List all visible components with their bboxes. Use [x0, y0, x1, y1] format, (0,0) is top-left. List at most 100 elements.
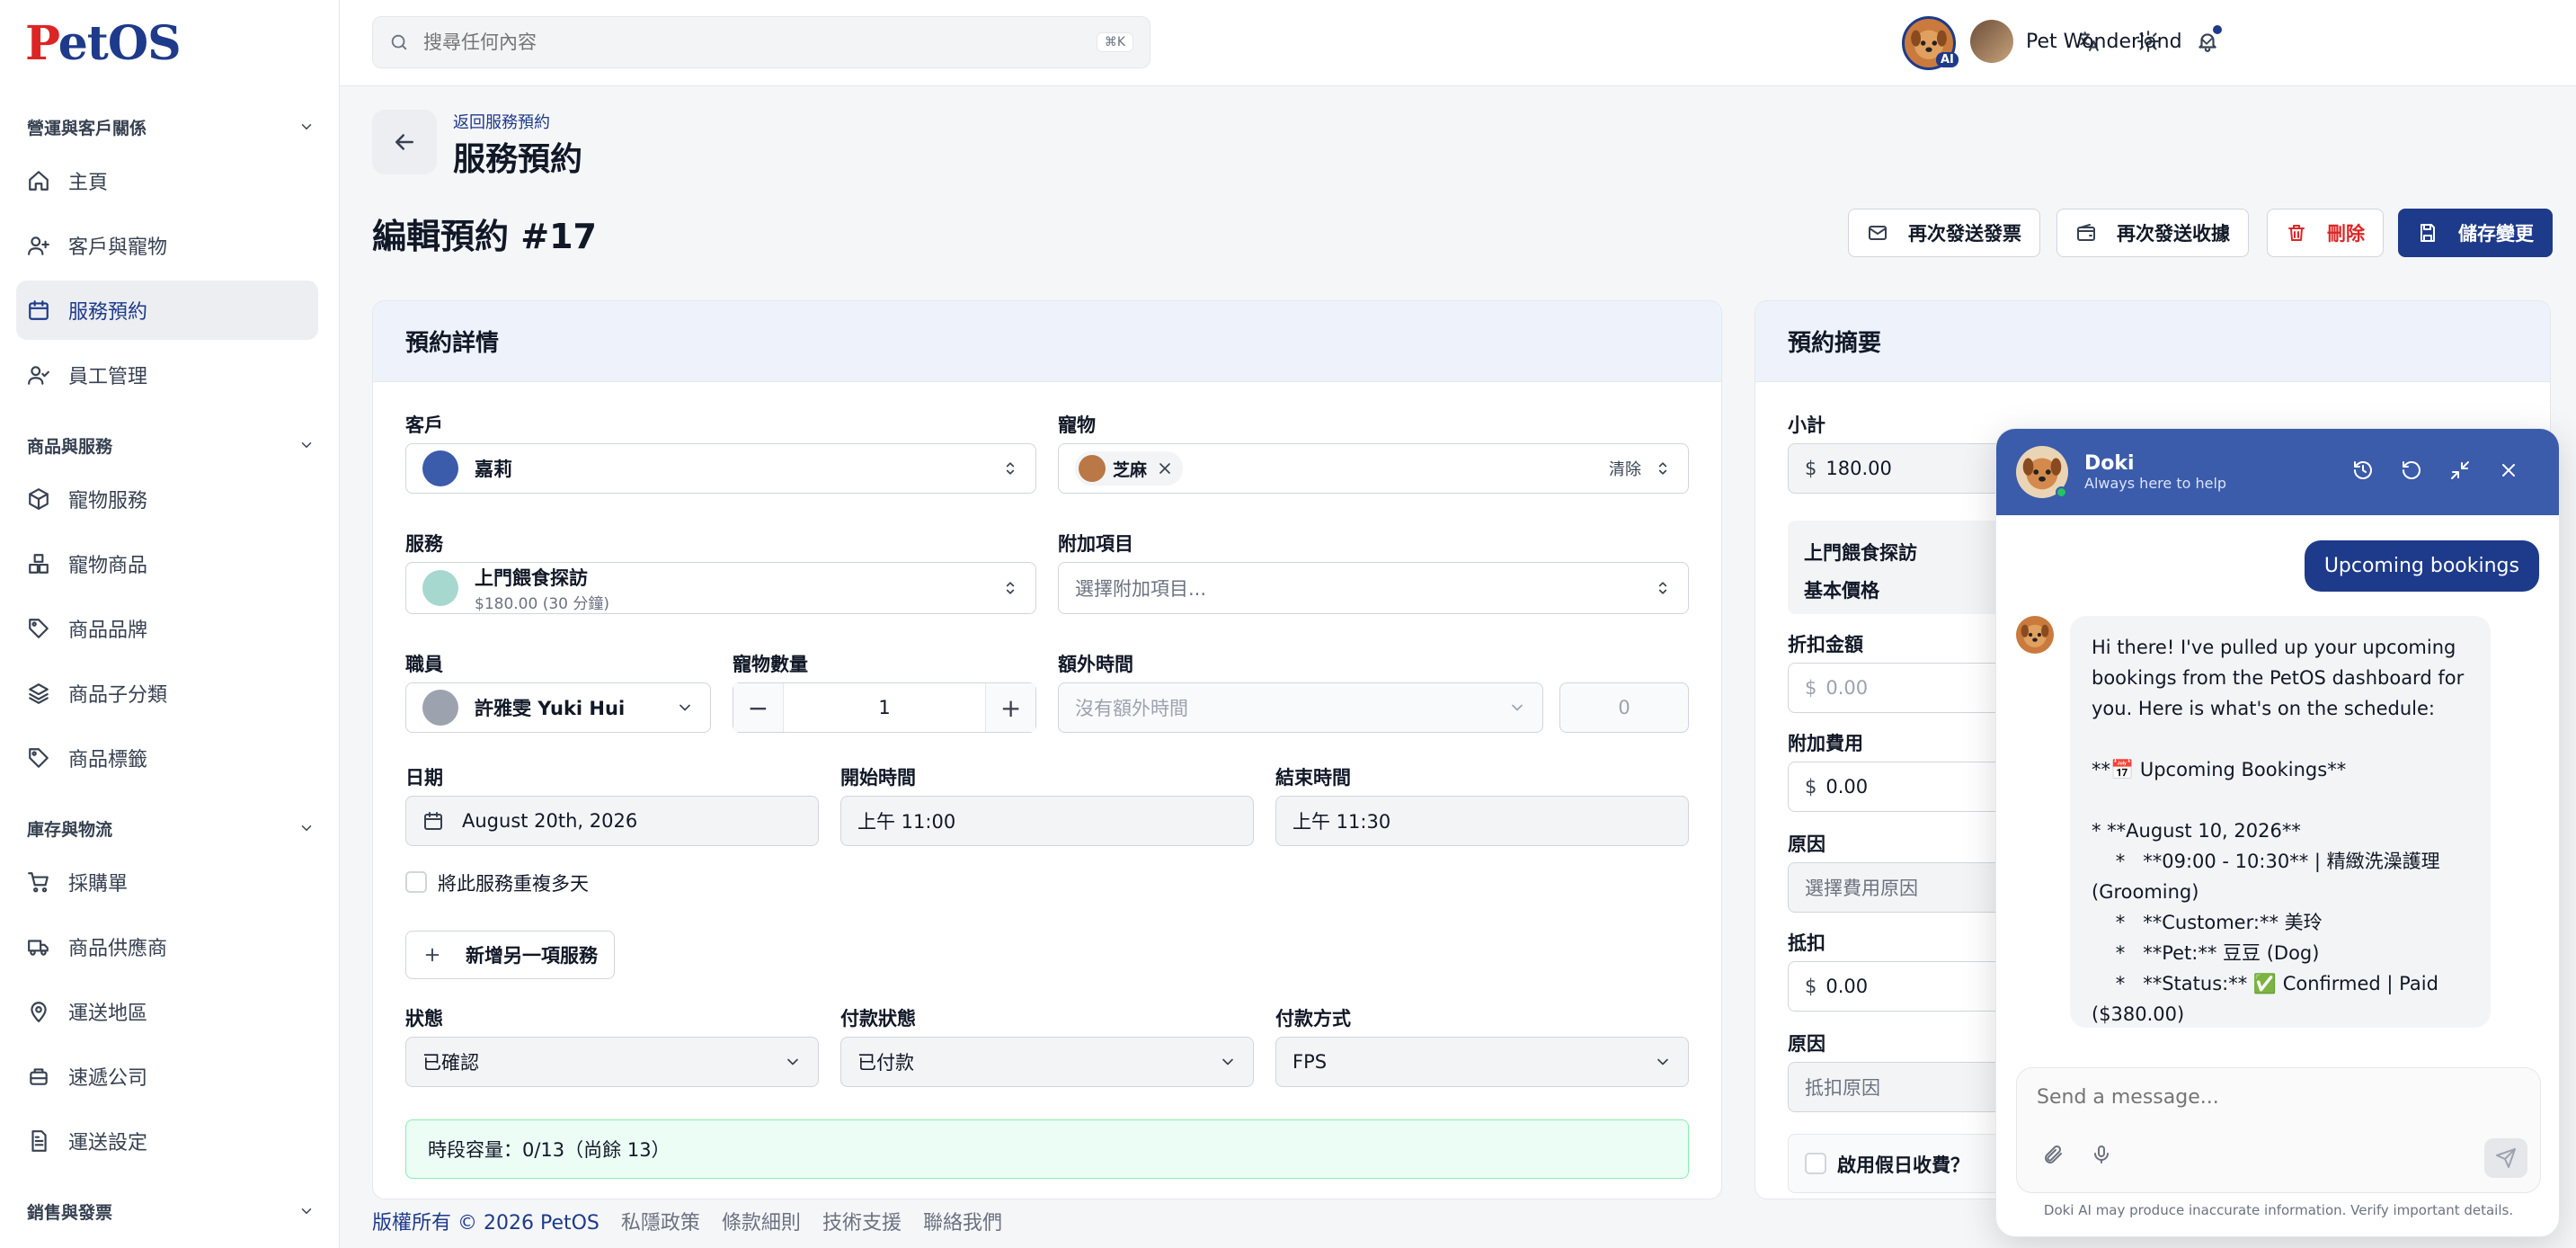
clear-button[interactable]: 清除 — [1609, 457, 1641, 480]
staff-select[interactable]: 許雅雯 Yuki Hui — [405, 682, 711, 733]
increment-button[interactable]: + — [986, 683, 1035, 732]
send-button[interactable] — [2484, 1138, 2527, 1178]
truck-icon — [28, 940, 49, 956]
extra-time-input[interactable]: 0 — [1559, 682, 1689, 733]
sidebar-item-pet-products[interactable]: 寵物商品 — [16, 534, 318, 593]
search-bar[interactable]: ⌘K — [372, 16, 1150, 68]
end-time-input[interactable]: 上午 11:30 — [1275, 796, 1689, 846]
sidebar-item-staff[interactable]: 員工管理 — [16, 345, 318, 405]
chevron-up-down-icon — [1006, 582, 1015, 594]
support-link[interactable]: 技術支援 — [822, 1207, 902, 1235]
pet-select[interactable]: 芝麻 清除 — [1058, 443, 1689, 494]
sidebar-section-sales[interactable]: 銷售與發票 — [27, 1198, 315, 1225]
pet-count-stepper[interactable]: − 1 + — [733, 682, 1036, 733]
history-button[interactable] — [2352, 459, 2377, 485]
sidebar-item-pet-services[interactable]: 寵物服務 — [16, 469, 318, 529]
sidebar-section-operations[interactable]: 營運與客戶關係 — [27, 113, 315, 140]
customer-label: 客戶 — [405, 415, 443, 436]
avatar — [422, 570, 458, 606]
microphone-icon — [2094, 1145, 2109, 1163]
bot-line: * **August 10, 2026** — [2092, 820, 2301, 842]
sidebar-item-purchase-orders[interactable]: 採購單 — [16, 852, 318, 912]
card-title: 預約摘要 — [1755, 301, 2550, 382]
delete-button[interactable]: 刪除 — [2267, 209, 2384, 257]
chevron-down-icon — [301, 1208, 312, 1214]
sidebar-item-shipping-zones[interactable]: 運送地區 — [16, 982, 318, 1041]
close-chat-button[interactable] — [2498, 459, 2523, 485]
customer-select[interactable]: 嘉莉 — [405, 443, 1036, 494]
back-button[interactable] — [372, 110, 437, 174]
save-button[interactable]: 儲存變更 — [2398, 209, 2553, 257]
resend-receipt-button[interactable]: 再次發送收據 — [2056, 209, 2249, 257]
minimize-button[interactable] — [2449, 459, 2474, 485]
sidebar-item-bookings[interactable]: 服務預約 — [16, 281, 318, 340]
sidebar-section-products[interactable]: 商品與服務 — [27, 432, 315, 459]
calendar-icon — [29, 300, 49, 320]
home-icon — [29, 171, 49, 191]
sidebar-item-product-tags[interactable]: 商品標籤 — [16, 728, 318, 788]
pet-count-value[interactable]: 1 — [782, 683, 987, 732]
chat-bot-name: Doki — [2084, 452, 2135, 475]
resend-invoice-button[interactable]: 再次發送發票 — [1848, 209, 2040, 257]
decrement-button[interactable]: − — [733, 683, 783, 732]
chevron-up-down-icon — [1006, 462, 1015, 475]
contact-link[interactable]: 聯絡我們 — [923, 1207, 1002, 1235]
sidebar-item-suppliers[interactable]: 商品供應商 — [16, 917, 318, 976]
calendar-icon — [424, 812, 442, 830]
voice-button[interactable] — [2091, 1144, 2118, 1171]
addon-select[interactable]: 選擇附加項目... — [1058, 562, 1689, 614]
bot-line: **📅 Upcoming Bookings** — [2092, 759, 2347, 780]
dog-avatar-icon — [2021, 624, 2049, 647]
reset-chat-button[interactable] — [2401, 459, 2426, 485]
search-input[interactable] — [423, 31, 1097, 53]
pet-count-label: 寵物數量 — [733, 654, 808, 675]
privacy-link[interactable]: 私隱政策 — [621, 1207, 700, 1235]
terms-link[interactable]: 條款細則 — [722, 1207, 801, 1235]
user-name: Pet Wonderland — [2026, 30, 2182, 53]
user-message: Upcoming bookings — [2304, 540, 2539, 592]
payment-method-label: 付款方式 — [1275, 1008, 1351, 1030]
history-icon — [2354, 461, 2372, 479]
sidebar-item-couriers[interactable]: 速遞公司 — [16, 1047, 318, 1106]
service-label: 服務 — [405, 533, 443, 555]
sidebar-section-inventory[interactable]: 庫存與物流 — [27, 815, 315, 842]
sidebar-item-home[interactable]: 主頁 — [16, 151, 318, 210]
sidebar-item-subcategories[interactable]: 商品子分類 — [16, 664, 318, 723]
trash-icon — [2288, 225, 2305, 241]
pet-chip[interactable]: 芝麻 — [1075, 451, 1184, 486]
bot-avatar — [2016, 616, 2054, 654]
breadcrumb[interactable]: 返回服務預約 — [453, 110, 550, 133]
extra-time-select[interactable]: 沒有額外時間 — [1058, 682, 1543, 733]
repeat-checkbox[interactable] — [405, 871, 427, 893]
status-select[interactable]: 已確認 — [405, 1037, 819, 1087]
sidebar: PetOS 營運與客戶關係 主頁 客戶與寵物 服務預約 員工管理 商品與服務 寵… — [0, 0, 340, 1248]
booking-details-card: 預約詳情 客戶 嘉莉 寵物 芝麻 清除 服務 上門餵食探訪 $180.00 (3… — [372, 300, 1722, 1199]
user-menu[interactable]: Pet Wonderland — [1970, 18, 2216, 65]
repeat-label: 將此服務重複多天 — [438, 873, 589, 895]
date-picker[interactable]: August 20th, 2026 — [405, 796, 819, 846]
arrow-left-icon — [395, 134, 413, 150]
start-time-input[interactable]: 上午 11:00 — [840, 796, 1254, 846]
send-icon — [2496, 1148, 2516, 1168]
page-title: 服務預約 — [453, 141, 583, 178]
sidebar-item-customers-pets[interactable]: 客戶與寵物 — [16, 216, 318, 275]
chevron-down-icon — [301, 442, 312, 448]
bot-line: Hi there! I've pulled up your upcoming — [2092, 637, 2456, 658]
holiday-fee-checkbox[interactable] — [1805, 1153, 1826, 1174]
search-icon — [391, 34, 407, 50]
service-select[interactable]: 上門餵食探訪 $180.00 (30 分鐘) — [405, 562, 1036, 614]
sidebar-item-shipping-settings[interactable]: 運送設定 — [16, 1111, 318, 1171]
chevron-down-icon — [301, 124, 312, 129]
payment-status-select[interactable]: 已付款 — [840, 1037, 1254, 1087]
wallet-icon — [2077, 224, 2095, 241]
payment-method-select[interactable]: FPS — [1275, 1037, 1689, 1087]
close-icon[interactable] — [1156, 459, 1174, 477]
bot-line: * **Customer:** 美玲 — [2092, 912, 2323, 933]
petos-logo[interactable]: PetOS — [25, 16, 182, 71]
sidebar-item-brands[interactable]: 商品品牌 — [16, 599, 318, 658]
payment-status-label: 付款狀態 — [840, 1008, 916, 1030]
chat-message-input[interactable] — [2037, 1086, 2504, 1109]
add-service-button[interactable]: 新增另一項服務 — [405, 931, 615, 979]
attach-button[interactable] — [2042, 1144, 2069, 1171]
subtotal-label: 小計 — [1788, 415, 1825, 436]
